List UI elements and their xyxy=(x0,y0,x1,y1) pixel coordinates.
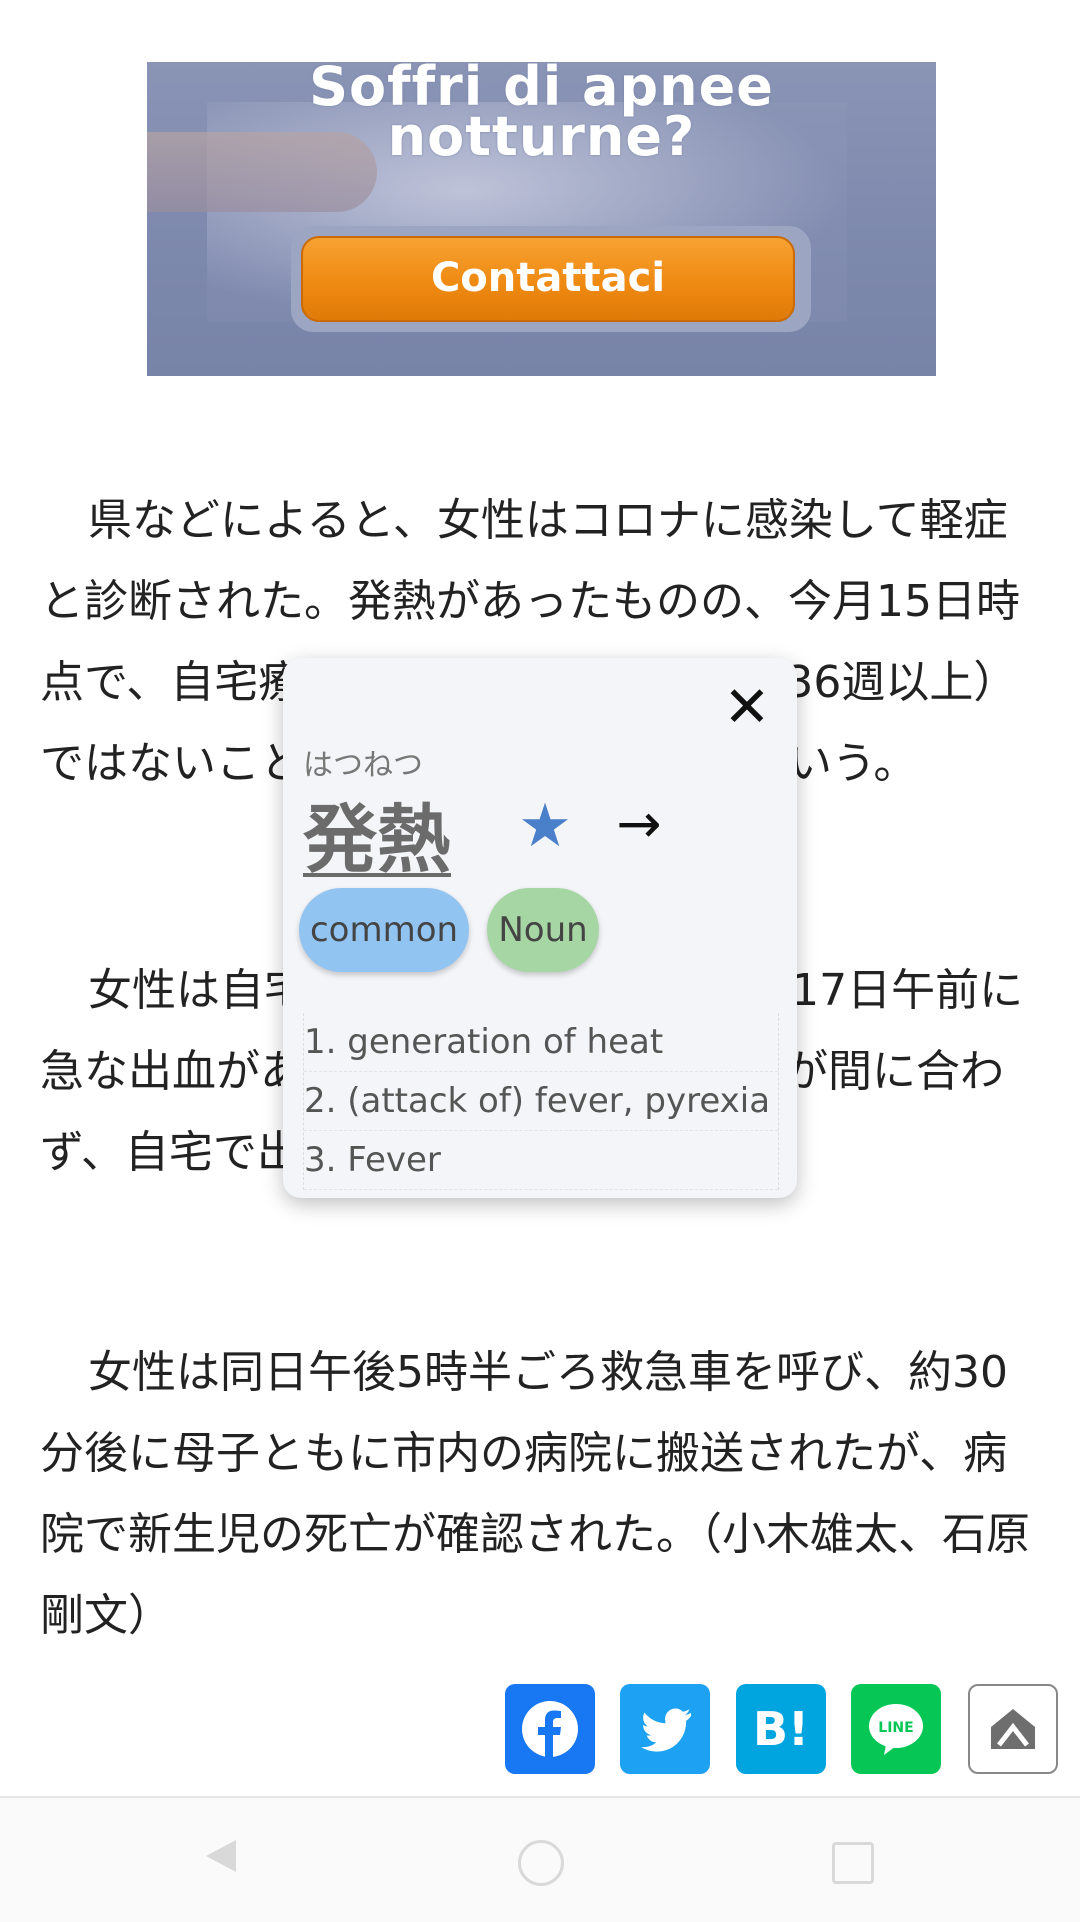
twitter-share-button[interactable] xyxy=(620,1684,710,1774)
ad-banner[interactable]: Soffri di apnee notturne? Contattaci xyxy=(147,62,936,376)
star-icon[interactable]: ★ xyxy=(515,796,575,856)
hatena-bookmark-icon: B! xyxy=(752,1702,810,1756)
article-paragraph-3: 女性は同日午後5時半ごろ救急車を呼び、約30分後に母子ともに市内の病院に搬送され… xyxy=(40,1347,1030,1641)
system-navigation-bar xyxy=(0,1796,1080,1922)
line-share-button[interactable]: LINE xyxy=(851,1684,941,1774)
line-icon: LINE xyxy=(869,1704,923,1755)
facebook-share-button[interactable] xyxy=(505,1684,595,1774)
pocket-share-button[interactable] xyxy=(968,1684,1058,1774)
definition-list: 1. generation of heat 2. (attack of) fev… xyxy=(303,1013,779,1190)
definition-item: 1. generation of heat xyxy=(304,1013,778,1072)
word-reading: はつねつ xyxy=(303,748,423,783)
twitter-icon xyxy=(641,1708,692,1752)
facebook-icon xyxy=(522,1701,578,1757)
ad-button-frame: Contattaci xyxy=(291,226,811,332)
definition-item: 2. (attack of) fever, pyrexia xyxy=(304,1072,778,1131)
back-icon[interactable] xyxy=(206,1840,236,1872)
pocket-icon xyxy=(991,1709,1035,1749)
dictionary-word[interactable]: 発熱 xyxy=(303,780,451,887)
ad-headline: Soffri di apnee notturne? xyxy=(309,62,774,168)
svg-text:LINE: LINE xyxy=(878,1720,913,1736)
definition-item: 3. Fever xyxy=(304,1131,778,1190)
arrow-right-icon[interactable]: → xyxy=(609,794,669,854)
home-icon[interactable] xyxy=(518,1840,564,1886)
ad-contact-button[interactable]: Contattaci xyxy=(301,236,795,322)
hatena-bookmark-button[interactable]: B! xyxy=(736,1684,826,1774)
tag-common: common xyxy=(299,888,469,972)
tag-part-of-speech: Noun xyxy=(487,888,599,972)
close-icon[interactable]: ✕ xyxy=(717,678,777,738)
recent-apps-icon[interactable] xyxy=(832,1842,874,1884)
dictionary-popup: ✕ はつねつ 発熱 ★ → common Noun 1. generation … xyxy=(283,658,797,1198)
